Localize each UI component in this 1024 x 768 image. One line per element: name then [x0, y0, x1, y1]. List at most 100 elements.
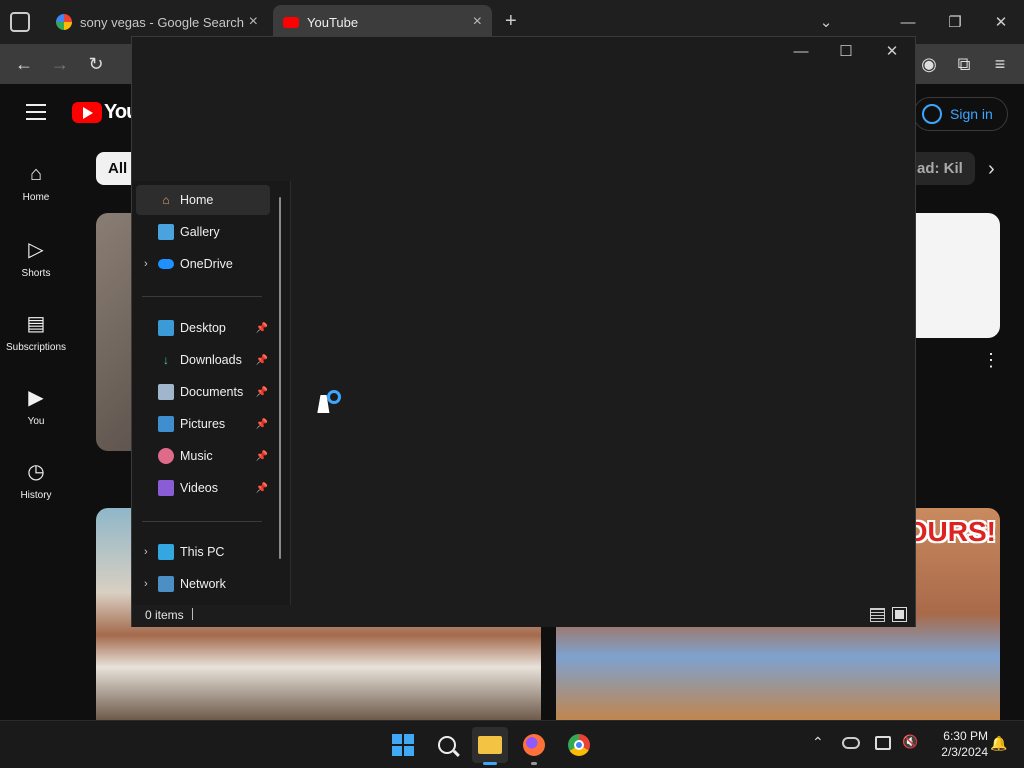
close-tab-icon[interactable]: × [473, 13, 482, 31]
details-view-icon[interactable] [870, 608, 885, 622]
nav-item-gallery[interactable]: Gallery [136, 217, 270, 247]
you-icon: ▶ [28, 387, 44, 409]
nav-item-videos[interactable]: Videos 📌 [136, 473, 270, 503]
nav-item-pictures[interactable]: Pictures 📌 [136, 409, 270, 439]
tab-youtube[interactable]: YouTube × [273, 5, 492, 39]
downloads-icon: ↓ [163, 353, 169, 367]
forward-icon[interactable]: → [48, 52, 72, 76]
volume-muted-icon[interactable]: 🔇 [902, 734, 918, 750]
desktop-icon [158, 320, 174, 336]
nav-subscriptions[interactable]: ▤ Subscriptions [0, 311, 72, 353]
search-button[interactable] [429, 727, 465, 763]
tab-label: sony vegas - Google Search [80, 14, 245, 30]
chip-label: ad: Kil [917, 160, 963, 177]
folder-icon [478, 736, 502, 754]
nav-pane-scrollbar[interactable] [279, 197, 281, 559]
expand-chevron-icon[interactable]: › [144, 258, 158, 270]
clock-date: 2/3/2024 [941, 745, 988, 759]
nav-label: Subscriptions [5, 342, 67, 353]
documents-icon [158, 384, 174, 400]
nav-item-music[interactable]: Music 📌 [136, 441, 270, 471]
onedrive-icon [158, 259, 174, 269]
chevron-right-icon[interactable]: › [988, 158, 995, 181]
file-explorer-window: — ☐ ✕ ⌂ Home Gallery › OneDrive Desktop … [131, 36, 916, 627]
notification-bell-icon[interactable]: 🔔 [990, 735, 1007, 752]
this-pc-icon [158, 544, 174, 560]
nav-item-label: OneDrive [180, 257, 233, 271]
nav-item-this-pc[interactable]: › This PC [136, 537, 270, 567]
account-icon[interactable]: ◉ [917, 52, 941, 76]
tiles-view-icon[interactable] [892, 607, 907, 622]
new-tab-icon[interactable]: + [505, 10, 517, 33]
network-icon [158, 576, 174, 592]
menu-icon[interactable]: ≡ [988, 52, 1012, 76]
start-button[interactable] [385, 727, 421, 763]
show-hidden-icons-icon[interactable]: ⌃ [812, 734, 824, 751]
nav-label: Home [22, 192, 50, 203]
tab-search-chevron-icon[interactable]: ⌄ [814, 10, 838, 34]
pin-icon[interactable]: 📌 [256, 387, 268, 398]
nav-item-network[interactable]: › Network [136, 569, 270, 599]
firefox-taskbar-button[interactable] [516, 727, 552, 763]
pin-icon[interactable]: 📌 [256, 483, 268, 494]
active-indicator [483, 762, 497, 765]
minimize-icon[interactable]: — [896, 10, 920, 34]
firefox-icon [523, 734, 545, 756]
close-tab-icon[interactable]: × [249, 13, 258, 31]
explorer-minimize-icon[interactable]: — [789, 39, 813, 63]
expand-chevron-icon[interactable]: › [144, 546, 158, 558]
pin-icon[interactable]: 📌 [256, 451, 268, 462]
content-area[interactable] [291, 181, 915, 605]
chrome-taskbar-button[interactable] [561, 727, 597, 763]
onedrive-tray-icon[interactable] [842, 737, 860, 749]
nav-item-downloads[interactable]: ↓ Downloads 📌 [136, 345, 270, 375]
nav-label: History [20, 490, 52, 501]
pin-icon[interactable]: 📌 [256, 355, 268, 366]
more-options-icon[interactable]: ⋮ [982, 350, 1000, 371]
pin-icon[interactable]: 📌 [256, 323, 268, 334]
clock[interactable]: 6:30 PM 2/3/2024 [924, 728, 988, 760]
explorer-maximize-icon[interactable]: ☐ [834, 39, 858, 63]
nav-history[interactable]: ◷ History [0, 459, 72, 501]
tab-list-icon[interactable] [10, 12, 30, 32]
tab-google-search[interactable]: sony vegas - Google Search × [46, 5, 268, 39]
youtube-logo[interactable]: You [72, 101, 138, 124]
navigation-pane: ⌂ Home Gallery › OneDrive Desktop 📌 ↓ Do… [132, 181, 290, 605]
restore-icon[interactable]: ❐ [943, 10, 967, 34]
nav-item-home[interactable]: ⌂ Home [136, 185, 270, 215]
nav-item-label: Documents [180, 385, 244, 399]
extensions-icon[interactable]: ⧉ [952, 52, 976, 76]
taskbar [0, 720, 1024, 768]
nav-item-onedrive[interactable]: › OneDrive [136, 249, 270, 279]
expand-chevron-icon[interactable]: › [144, 578, 158, 590]
nav-item-label: Downloads [180, 353, 242, 367]
status-bar: 0 items [132, 605, 915, 627]
nav-item-label: Pictures [180, 417, 226, 431]
nav-shorts[interactable]: ▷ Shorts [0, 237, 72, 279]
nav-item-label: Videos [180, 481, 218, 495]
network-tray-icon[interactable] [875, 736, 891, 750]
nav-item-desktop[interactable]: Desktop 📌 [136, 313, 270, 343]
nav-item-documents[interactable]: Documents 📌 [136, 377, 270, 407]
file-explorer-taskbar-button[interactable] [472, 727, 508, 763]
thumbnail-text: OURS! [905, 516, 996, 547]
video-thumbnail[interactable] [905, 213, 1000, 338]
item-count: 0 items [145, 608, 184, 622]
youtube-play-icon [72, 102, 102, 123]
close-icon[interactable]: ✕ [989, 10, 1013, 34]
hamburger-menu-icon[interactable] [26, 104, 46, 120]
nav-home[interactable]: ⌂ Home [0, 163, 72, 203]
chrome-icon [568, 734, 590, 756]
explorer-close-icon[interactable]: ✕ [880, 39, 904, 63]
sign-in-button[interactable]: Sign in [913, 97, 1008, 131]
nav-item-label: Desktop [180, 321, 226, 335]
nav-item-label: This PC [180, 545, 225, 559]
nav-you[interactable]: ▶ You [0, 385, 72, 427]
search-icon [438, 736, 460, 757]
pin-icon[interactable]: 📌 [256, 419, 268, 430]
history-icon: ◷ [27, 461, 45, 483]
back-icon[interactable]: ← [12, 52, 36, 76]
reload-icon[interactable]: ↻ [84, 52, 108, 76]
music-icon [158, 448, 174, 464]
shorts-icon: ▷ [28, 239, 44, 261]
